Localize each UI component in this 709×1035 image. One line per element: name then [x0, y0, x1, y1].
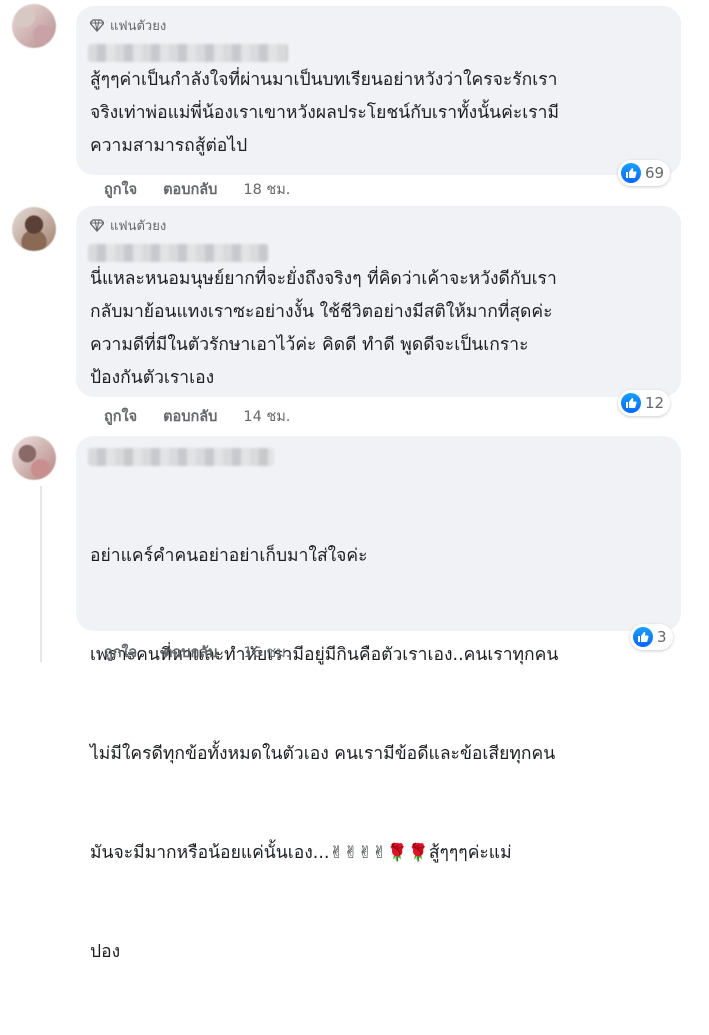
timestamp[interactable]: 14 ชม. — [243, 405, 290, 425]
comment-line: อย่าแคร์คำคนอย่าอย่าเก็บมาใส่ใจค่ะ — [90, 546, 368, 566]
reply-button[interactable]: ตอบกลับ — [163, 641, 217, 661]
comment-line: ไม่มีใครดีทุกข้อทั้งหมดในตัวเอง คนเรามีข… — [90, 744, 556, 764]
badge-label: แฟนตัวยง — [110, 18, 167, 34]
comment-line: ปอง — [90, 942, 121, 962]
like-icon — [633, 627, 653, 647]
reaction-count-value: 12 — [645, 394, 665, 412]
thread-line — [40, 486, 42, 662]
victory-hand-emoji: ✌ — [372, 843, 387, 863]
top-fan-badge: แฟนตัวยง — [90, 16, 166, 34]
reply-button[interactable]: ตอบกลับ — [163, 405, 217, 425]
avatar[interactable] — [12, 436, 56, 480]
comment-line: มันจะมีมากหรือน้อยแค่นั้นเอง... — [90, 843, 330, 863]
comment-text: นี่แหละหนอมนุษย์ยากที่จะยั่งถึงจริงๆ ที่… — [90, 269, 557, 388]
reaction-count[interactable]: 12 — [618, 390, 671, 416]
rose-emoji: 🌹 — [386, 843, 408, 863]
like-button[interactable]: ถูกใจ — [104, 641, 137, 661]
like-icon — [621, 163, 641, 183]
comment-actions: ถูกใจ ตอบกลับ 18 ชม. — [104, 178, 290, 198]
reaction-count-value: 3 — [657, 628, 667, 646]
comment-bubble: แฟนตัวยง สู้ๆๆค่าเป็นกำลังใจที่ผ่านมาเป็… — [76, 6, 681, 175]
diamond-icon — [90, 18, 104, 32]
comment-text: สู้ๆๆค่าเป็นกำลังใจที่ผ่านมาเป็นบทเรียนอ… — [90, 70, 559, 156]
victory-hand-emoji: ✌ — [357, 843, 373, 863]
rose-emoji: 🌹 — [407, 843, 429, 863]
timestamp[interactable]: 18 ชม. — [243, 178, 290, 198]
avatar[interactable] — [12, 4, 56, 48]
author-name[interactable] — [88, 44, 288, 62]
author-name[interactable] — [88, 448, 274, 466]
victory-hand-emoji: ✌ — [329, 843, 344, 863]
avatar[interactable] — [12, 207, 56, 251]
reply-button[interactable]: ตอบกลับ — [163, 178, 217, 198]
top-fan-badge: แฟนตัวยง — [90, 216, 166, 234]
timestamp[interactable]: 16 ชม. — [243, 641, 290, 661]
reaction-count[interactable]: 3 — [630, 624, 673, 650]
comment-actions: ถูกใจ ตอบกลับ 14 ชม. — [104, 405, 290, 425]
victory-hand-emoji: ✌ — [343, 843, 358, 863]
like-button[interactable]: ถูกใจ — [104, 178, 137, 198]
comment-bubble: อย่าแคร์คำคนอย่าอย่าเก็บมาใส่ใจค่ะ เพราะ… — [76, 436, 681, 962]
like-icon — [621, 393, 641, 413]
reaction-count[interactable]: 69 — [618, 160, 671, 186]
like-button[interactable]: ถูกใจ — [104, 405, 137, 425]
comment-line-with-emoji: มันจะมีมากหรือน้อยแค่นั้นเอง...✌✌✌✌🌹🌹สู้… — [90, 837, 669, 870]
badge-label: แฟนตัวยง — [110, 218, 167, 234]
comment-line: สู้ๆๆๆค่ะแม่ — [428, 843, 512, 863]
reaction-count-value: 69 — [645, 164, 665, 182]
comment-bubble: แฟนตัวยง นี่แหละหนอมนุษย์ยากที่จะยั่งถึง… — [76, 206, 681, 397]
author-name[interactable] — [88, 244, 268, 262]
comment-text: อย่าแคร์คำคนอย่าอย่าเก็บมาใส่ใจค่ะ เพราะ… — [90, 474, 669, 1035]
diamond-icon — [90, 218, 104, 232]
comment-actions: ถูกใจ ตอบกลับ 16 ชม. — [104, 641, 290, 661]
